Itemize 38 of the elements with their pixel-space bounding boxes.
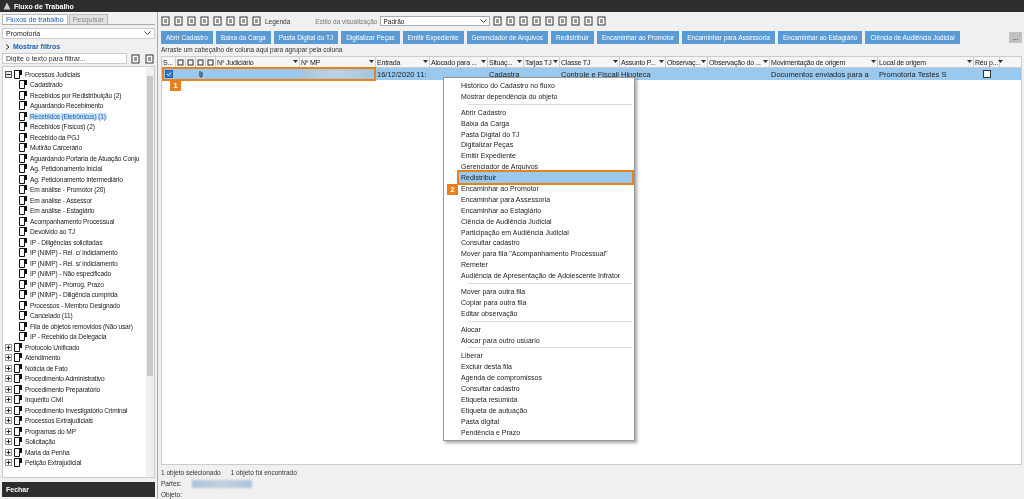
expand-icon[interactable] bbox=[5, 364, 12, 372]
callout-number: 2 bbox=[447, 184, 458, 196]
filter-arrow-icon[interactable] bbox=[871, 60, 876, 64]
chevron-icon bbox=[5, 43, 10, 50]
filter-arrow-icon[interactable] bbox=[553, 60, 558, 64]
filter-arrow-icon[interactable] bbox=[763, 60, 768, 64]
filter-arrow-icon[interactable] bbox=[481, 60, 486, 64]
expand-icon[interactable] bbox=[5, 448, 12, 456]
filter-arrow-icon[interactable] bbox=[369, 60, 374, 64]
row-checkbox[interactable] bbox=[165, 70, 173, 78]
filter-arrow-icon[interactable] bbox=[613, 60, 618, 64]
expand-icon[interactable] bbox=[5, 417, 12, 425]
blurred-value bbox=[300, 70, 372, 78]
expand-icon[interactable] bbox=[5, 354, 12, 362]
filter-arrow-icon[interactable] bbox=[701, 60, 706, 64]
expand-icon[interactable] bbox=[5, 396, 12, 404]
collapse-icon[interactable] bbox=[5, 70, 12, 78]
expand-icon[interactable] bbox=[5, 438, 12, 446]
caret-icon bbox=[480, 18, 488, 24]
filter-arrow-icon[interactable] bbox=[293, 60, 298, 64]
filter-arrow-icon[interactable] bbox=[517, 60, 522, 64]
expand-icon[interactable] bbox=[5, 385, 12, 393]
expand-icon[interactable] bbox=[5, 343, 12, 351]
expand-icon[interactable] bbox=[5, 406, 12, 414]
expand-icon[interactable] bbox=[5, 459, 12, 467]
expand-icon[interactable] bbox=[5, 375, 12, 383]
filter-arrow-icon[interactable] bbox=[659, 60, 664, 64]
app-icon bbox=[3, 2, 11, 10]
checkbox[interactable] bbox=[983, 70, 991, 78]
scrollbar[interactable] bbox=[146, 67, 154, 477]
callout-number: 1 bbox=[170, 80, 181, 91]
attachment-icon bbox=[198, 70, 204, 78]
filter-arrow-icon[interactable] bbox=[423, 60, 428, 64]
caret-icon bbox=[144, 31, 151, 36]
filter-arrow-icon[interactable] bbox=[997, 60, 1003, 64]
blurred-value bbox=[191, 479, 252, 488]
filter-arrow-icon[interactable] bbox=[967, 60, 972, 64]
expand-icon[interactable] bbox=[5, 427, 12, 435]
